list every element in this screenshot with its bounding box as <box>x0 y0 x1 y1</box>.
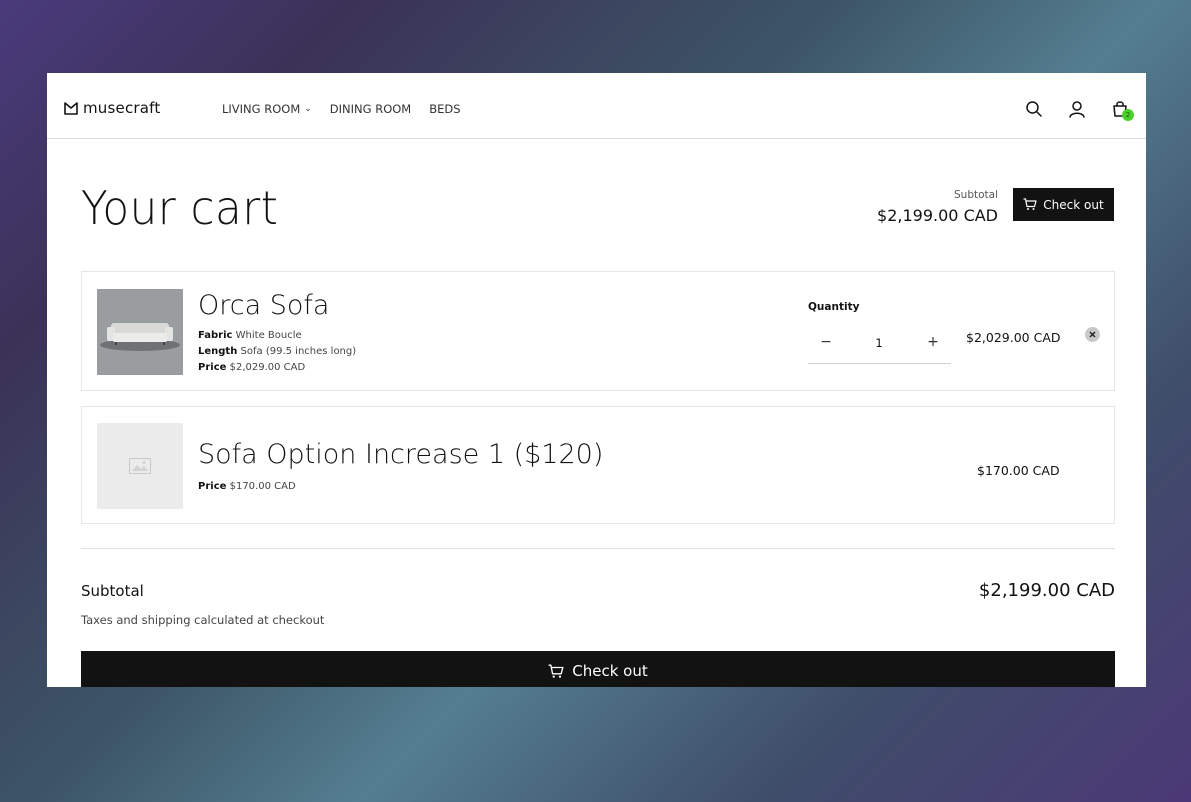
close-icon <box>1089 331 1096 338</box>
top-subtotal-label: Subtotal <box>954 189 998 201</box>
search-icon[interactable] <box>1024 99 1044 119</box>
subtotal-value: $2,199.00 CAD <box>978 580 1115 601</box>
nav-item-label: LIVING ROOM <box>222 102 301 116</box>
quantity-stepper: − 1 + <box>808 326 951 364</box>
cart-item: Sofa Option Increase 1 ($120) Price $170… <box>81 406 1115 524</box>
subtotal-label: Subtotal <box>81 582 144 600</box>
tax-note: Taxes and shipping calculated at checkou… <box>81 613 325 627</box>
property-value: White Boucle <box>235 330 302 341</box>
property-key: Fabric <box>198 330 233 341</box>
checkout-button-label: Check out <box>1043 197 1104 212</box>
cart-count-badge: 2 <box>1122 109 1134 121</box>
property-value: $170.00 CAD <box>229 481 296 492</box>
divider <box>81 548 1115 549</box>
line-item-price: $2,029.00 CAD <box>966 330 1061 345</box>
product-name[interactable]: Orca Sofa <box>198 290 329 321</box>
product-image[interactable] <box>97 289 183 375</box>
quantity-increase-button[interactable]: + <box>923 334 943 354</box>
cart-icon <box>548 664 564 678</box>
property-row: Price $170.00 CAD <box>198 479 296 495</box>
nav-item-living-room[interactable]: LIVING ROOM ⌄ <box>222 102 312 116</box>
product-properties: Fabric White Boucle Length Sofa (99.5 in… <box>198 328 356 376</box>
product-properties: Price $170.00 CAD <box>198 479 296 495</box>
cart-item: Orca Sofa Fabric White Boucle Length Sof… <box>81 271 1115 391</box>
nav-item-beds[interactable]: BEDS <box>429 102 460 116</box>
page-title: Your cart <box>81 181 279 235</box>
property-value: Sofa (99.5 inches long) <box>240 346 357 357</box>
checkout-button-top[interactable]: Check out <box>1013 188 1114 221</box>
account-icon[interactable] <box>1067 99 1087 119</box>
brand-name: musecraft <box>83 99 161 117</box>
property-row: Price $2,029.00 CAD <box>198 360 356 376</box>
top-subtotal-value: $2,199.00 CAD <box>877 206 998 225</box>
sofa-photo <box>97 289 183 375</box>
quantity-label: Quantity <box>808 301 860 313</box>
property-row: Length Sofa (99.5 inches long) <box>198 344 356 360</box>
property-key: Length <box>198 346 238 357</box>
nav-item-label: DINING ROOM <box>329 102 412 116</box>
quantity-input[interactable]: 1 <box>868 336 890 350</box>
property-key: Price <box>198 481 227 492</box>
nav-item-dining-room[interactable]: DINING ROOM <box>330 102 411 116</box>
cart-page: musecraft LIVING ROOM ⌄ DINING ROOM BEDS <box>47 73 1146 687</box>
site-header: musecraft LIVING ROOM ⌄ DINING ROOM BEDS <box>47 73 1146 139</box>
product-name[interactable]: Sofa Option Increase 1 ($120) <box>198 439 603 470</box>
image-placeholder-icon <box>129 458 151 474</box>
cart-icon <box>1023 198 1037 210</box>
nav-item-label: BEDS <box>429 102 461 116</box>
checkout-button[interactable]: Check out <box>81 651 1115 687</box>
main-nav: LIVING ROOM ⌄ DINING ROOM BEDS <box>222 102 461 116</box>
brand-logo[interactable]: musecraft <box>64 99 160 117</box>
property-key: Price <box>198 362 227 373</box>
property-row: Fabric White Boucle <box>198 328 356 344</box>
property-value: $2,029.00 CAD <box>229 362 306 373</box>
chevron-down-icon: ⌄ <box>304 104 312 114</box>
quantity-decrease-button[interactable]: − <box>816 334 836 354</box>
checkout-button-label: Check out <box>572 662 648 680</box>
remove-item-button[interactable] <box>1085 327 1100 342</box>
logo-mark-icon <box>64 101 78 115</box>
product-image[interactable] <box>97 423 183 509</box>
line-item-price: $170.00 CAD <box>977 463 1060 478</box>
